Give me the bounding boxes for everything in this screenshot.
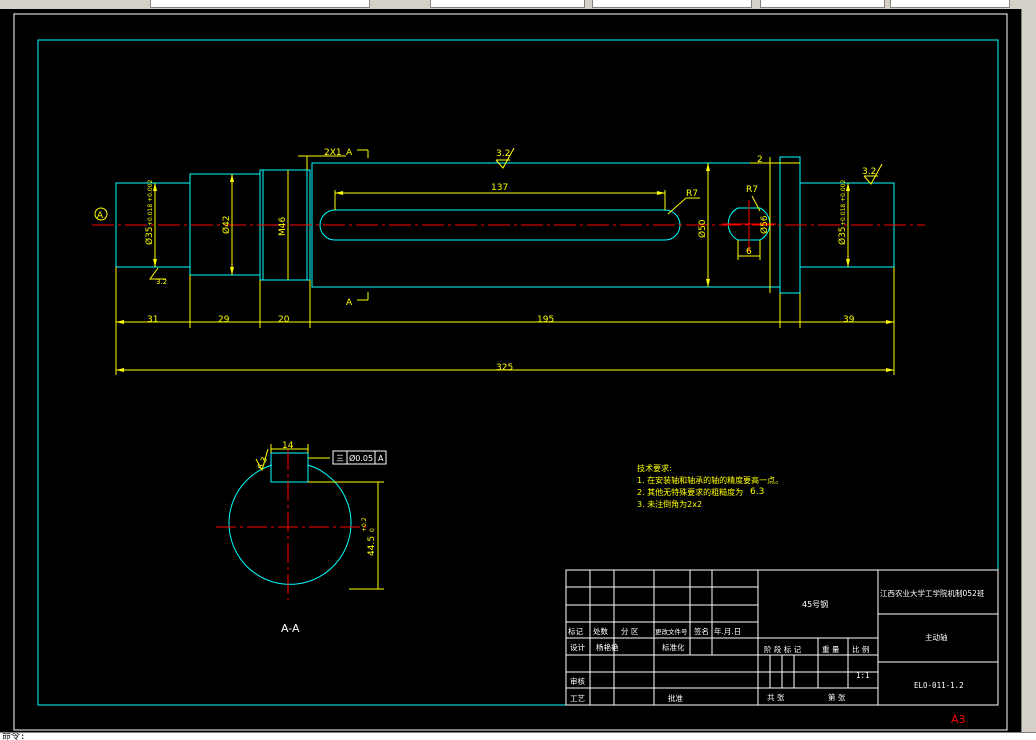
plotstyle-dropdown[interactable] [890,0,1010,8]
drawing-svg: 31 29 20 195 39 325 137 R7 R7 6 2 2X1 A … [13,13,1008,731]
tb-designer: 杨艳艳 [596,642,619,652]
lineweight-dropdown[interactable] [760,0,885,8]
tech-requirements: 技术要求: 1. 在安装轴和轴承的轴的精度要高一点。 2. 其他无特殊要求的粗糙… [637,463,783,509]
tb-sign: 签名 [694,626,709,636]
dim-20: 20 [278,315,290,325]
tb-zone: 分 区 [621,627,639,636]
inner-border [37,39,999,706]
sheet-size-label: A3 [951,713,966,726]
roughness-top: 3.2 [496,149,510,159]
tech-item-2-roughness: 6.3 [750,487,764,497]
tech-item-2: 2. 其他无特殊要求的粗糙度为 [637,487,743,497]
dim-39: 39 [843,315,855,325]
dim-195: 195 [537,315,554,325]
tb-approve: 批准 [668,693,683,703]
section-mark-top: A [346,148,353,158]
tb-review: 审核 [570,676,585,686]
tb-design: 设计 [570,642,585,652]
tb-total-sheets: 共 张 [767,693,785,702]
tb-doc-no: 更改文件号 [655,627,688,636]
layer-dropdown[interactable] [150,0,370,8]
drawing-canvas[interactable]: 31 29 20 195 39 325 137 R7 R7 6 2 2X1 A … [0,9,1021,732]
tech-item-3: 3. 未注倒角为2x2 [637,499,702,509]
roughness-right: 3.2 [862,167,876,177]
tb-sheet-no: 第 张 [828,692,846,702]
tb-weight: 重 量 [822,645,840,654]
dim-2: 2 [757,155,763,165]
color-dropdown[interactable] [430,0,585,8]
dim-31: 31 [147,315,158,325]
tb-process: 工艺 [570,694,585,703]
dim-29: 29 [218,315,230,325]
dimension-texts: 31 29 20 195 39 325 137 R7 R7 6 2 2X1 A … [97,148,876,373]
gtol-value: Ø0.05 [349,453,373,463]
dim-137: 137 [491,183,508,193]
dim-6: 6 [746,247,752,257]
roughness-left: 3.2 [156,278,167,286]
dia-left-journal: Ø35 [144,226,155,245]
tb-mark: 标记 [568,626,583,636]
section-label: A-A [281,622,300,635]
key-depth-tol-upper: +0.2 [361,517,368,532]
gtol-symbol: 三 [336,454,344,463]
dia-56: Ø56 [759,215,770,234]
tb-material: 45号钢 [802,599,828,609]
datum-letter: A [97,211,104,221]
dimension-arrows [116,163,894,372]
tb-ratio: 比 例 [852,644,869,654]
tb-stage-mark: 阶 段 标 记 [764,644,802,654]
command-line[interactable]: 命令: [0,732,1036,740]
tb-drawing-no: ELO-011-1.2 [914,681,964,690]
tech-title: 技术要求: [637,463,672,473]
vertical-scrollbar[interactable] [1021,9,1036,732]
dia-m46: M46 [278,217,288,236]
tb-standard: 标准化 [662,642,685,652]
gtol-datum: A [378,454,384,463]
tb-date: 年.月.日 [714,626,741,636]
tb-school: 江西农业大学工学院机制052班 [880,588,985,598]
section-view: 14 44.5 +0.2 0 6.3 三 Ø0.05 A A-A [216,441,387,635]
section-mark-bottom: A [346,298,353,308]
dia-right-journal-tol: +0.018 +0.002 [840,180,847,226]
dim-r7-a: R7 [686,189,698,199]
dia-right-journal: Ø35 [837,226,848,245]
tb-count: 处数 [593,626,608,636]
roughness-section: 6.3 [256,456,270,471]
linetype-dropdown[interactable] [592,0,752,8]
key-depth-label: 44.5 [367,536,377,556]
key-width-label: 14 [282,441,294,451]
tb-part-name: 主动轴 [925,632,948,642]
chamfer-note: 2X1 [324,148,342,158]
dia-left-journal-tol: +0.018 +0.002 [147,180,154,226]
tb-scale: 1:1 [856,671,870,680]
tech-item-1: 1. 在安装轴和轴承的轴的精度要高一点。 [637,475,783,485]
dim-325: 325 [496,363,513,373]
key-depth-tol-lower: 0 [369,528,376,532]
dim-r7-b: R7 [746,185,758,195]
dia-42: Ø42 [221,215,232,234]
dia-50: Ø50 [697,219,708,238]
